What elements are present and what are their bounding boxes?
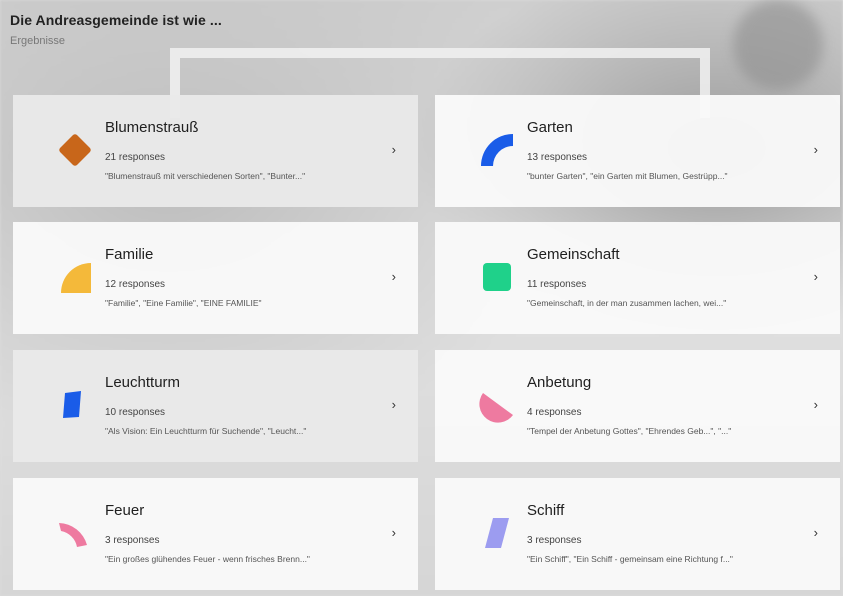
page-subtitle: Ergebnisse: [10, 35, 66, 47]
card-response-count: 13 responses: [527, 152, 588, 163]
card-label: Feuer: [105, 502, 145, 519]
card-label: Leuchtturm: [105, 374, 181, 391]
card-quotes: "bunter Garten", "ein Garten mit Blumen,…: [527, 171, 728, 181]
blue-tilted-rect-icon: [63, 391, 81, 418]
header: Die Andreasgemeinde ist wie ... Ergebnis…: [10, 12, 222, 47]
card-label: Anbetung: [527, 374, 592, 391]
card-label: Familie: [105, 246, 154, 263]
chevron-right-icon: ›: [813, 269, 818, 284]
card-label: Garten: [527, 119, 573, 136]
chevron-right-icon: ›: [813, 397, 818, 412]
card-quotes: "Familie", "Eine Familie", "EINE FAMILIE…: [105, 298, 262, 308]
background-figure: [733, 0, 823, 90]
chevron-right-icon: ›: [813, 525, 818, 540]
card-quotes: "Ein großes glühendes Feuer - wenn frisc…: [105, 554, 310, 564]
card-quotes: "Tempel der Anbetung Gottes", "Ehrendes …: [527, 426, 732, 436]
card-label: Blumenstrauß: [105, 119, 199, 136]
card-label: Gemeinschaft: [527, 246, 620, 263]
page-title: Die Andreasgemeinde ist wie ...: [10, 12, 222, 28]
chevron-right-icon: ›: [391, 269, 396, 284]
card-gemeinschaft[interactable]: Gemeinschaft 11 responses "Gemeinschaft,…: [435, 222, 840, 334]
chevron-right-icon: ›: [391, 142, 396, 157]
lavender-parallelogram-icon: [485, 518, 509, 548]
card-feuer[interactable]: Feuer 3 responses "Ein großes glühendes …: [13, 478, 418, 590]
card-quotes: "Ein Schiff", "Ein Schiff - gemeinsam ei…: [527, 554, 733, 564]
card-response-count: 10 responses: [105, 407, 166, 418]
card-quotes: "Blumenstrauß mit verschiedenen Sorten",…: [105, 171, 306, 181]
blue-arc-icon: [481, 134, 513, 166]
pink-half-circle-icon: [479, 393, 513, 423]
card-response-count: 12 responses: [105, 279, 166, 290]
card-schiff[interactable]: Schiff 3 responses "Ein Schiff", "Ein Sc…: [435, 478, 840, 590]
card-blumenstrauss[interactable]: Blumenstrauß 21 responses "Blumenstrauß …: [13, 95, 418, 207]
orange-diamond-icon: [59, 134, 91, 166]
card-familie[interactable]: Familie 12 responses "Familie", "Eine Fa…: [13, 222, 418, 334]
card-quotes: "Gemeinschaft, in der man zusammen lache…: [527, 298, 727, 308]
card-anbetung[interactable]: Anbetung 4 responses "Tempel der Anbetun…: [435, 350, 840, 462]
chevron-right-icon: ›: [391, 525, 396, 540]
card-label: Schiff: [527, 502, 565, 519]
chevron-right-icon: ›: [391, 397, 396, 412]
pink-arc-icon: [59, 523, 87, 547]
chevron-right-icon: ›: [813, 142, 818, 157]
card-response-count: 3 responses: [105, 535, 160, 546]
yellow-quarter-circle-icon: [61, 263, 91, 293]
green-square-icon: [483, 263, 511, 291]
card-response-count: 11 responses: [527, 279, 587, 290]
card-garten[interactable]: Garten 13 responses "bunter Garten", "ei…: [435, 95, 840, 207]
card-quotes: "Als Vision: Ein Leuchtturm für Suchende…: [105, 426, 307, 436]
card-response-count: 21 responses: [105, 152, 166, 163]
card-response-count: 3 responses: [527, 535, 582, 546]
card-leuchtturm[interactable]: Leuchtturm 10 responses "Als Vision: Ein…: [13, 350, 418, 462]
card-response-count: 4 responses: [527, 407, 582, 418]
